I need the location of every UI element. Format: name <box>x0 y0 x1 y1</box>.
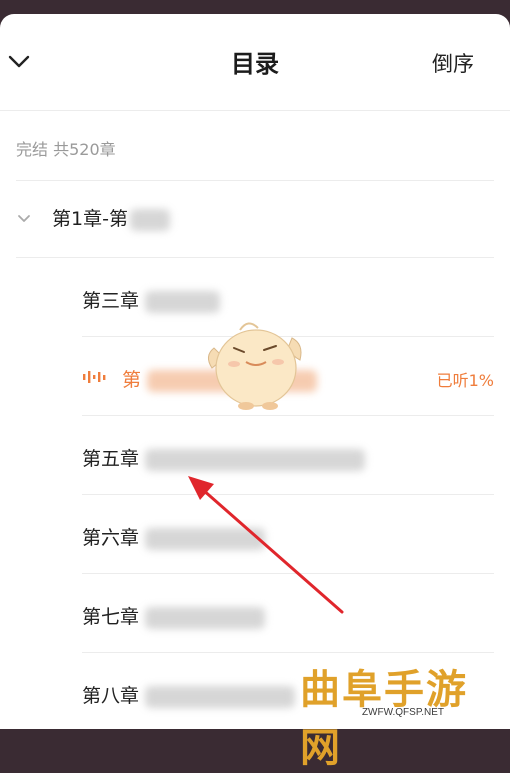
reverse-order-button[interactable]: 倒序 <box>432 48 474 78</box>
watermark-logo: 曲阜手游网 ZWFW.QFSP.NET <box>300 655 506 771</box>
chapter-group-header[interactable]: 第1章-第 <box>0 182 510 258</box>
chapter-title-text: 第六章 <box>82 527 140 549</box>
chapter-title-text: 第八章 <box>82 685 140 707</box>
blurred-text <box>145 448 366 471</box>
blurred-text <box>145 685 296 708</box>
audio-wave-icon <box>83 371 106 383</box>
header: 目录 倒序 <box>0 14 510 111</box>
chevron-down-icon <box>18 215 30 222</box>
group-title: 第1章-第 <box>52 204 170 231</box>
watermark-url: ZWFW.QFSP.NET <box>361 707 444 718</box>
mascot-illustration <box>208 322 302 410</box>
chapter-summary: 完结 共520章 <box>16 140 116 159</box>
chapter-title: 第八章 <box>82 681 296 708</box>
divider <box>16 180 494 181</box>
chapter-title-text: 第七章 <box>82 606 140 628</box>
listen-progress: 已听1% <box>436 371 494 390</box>
chapter-title-text: 第 <box>122 369 142 391</box>
red-arrow-annotation <box>188 476 344 614</box>
chapter-title-text: 第五章 <box>82 448 140 470</box>
group-title-text: 第1章-第 <box>52 208 128 230</box>
chapter-title: 第五章 <box>82 444 366 471</box>
chapter-title-text: 第三章 <box>82 290 140 312</box>
blurred-text <box>129 208 170 231</box>
